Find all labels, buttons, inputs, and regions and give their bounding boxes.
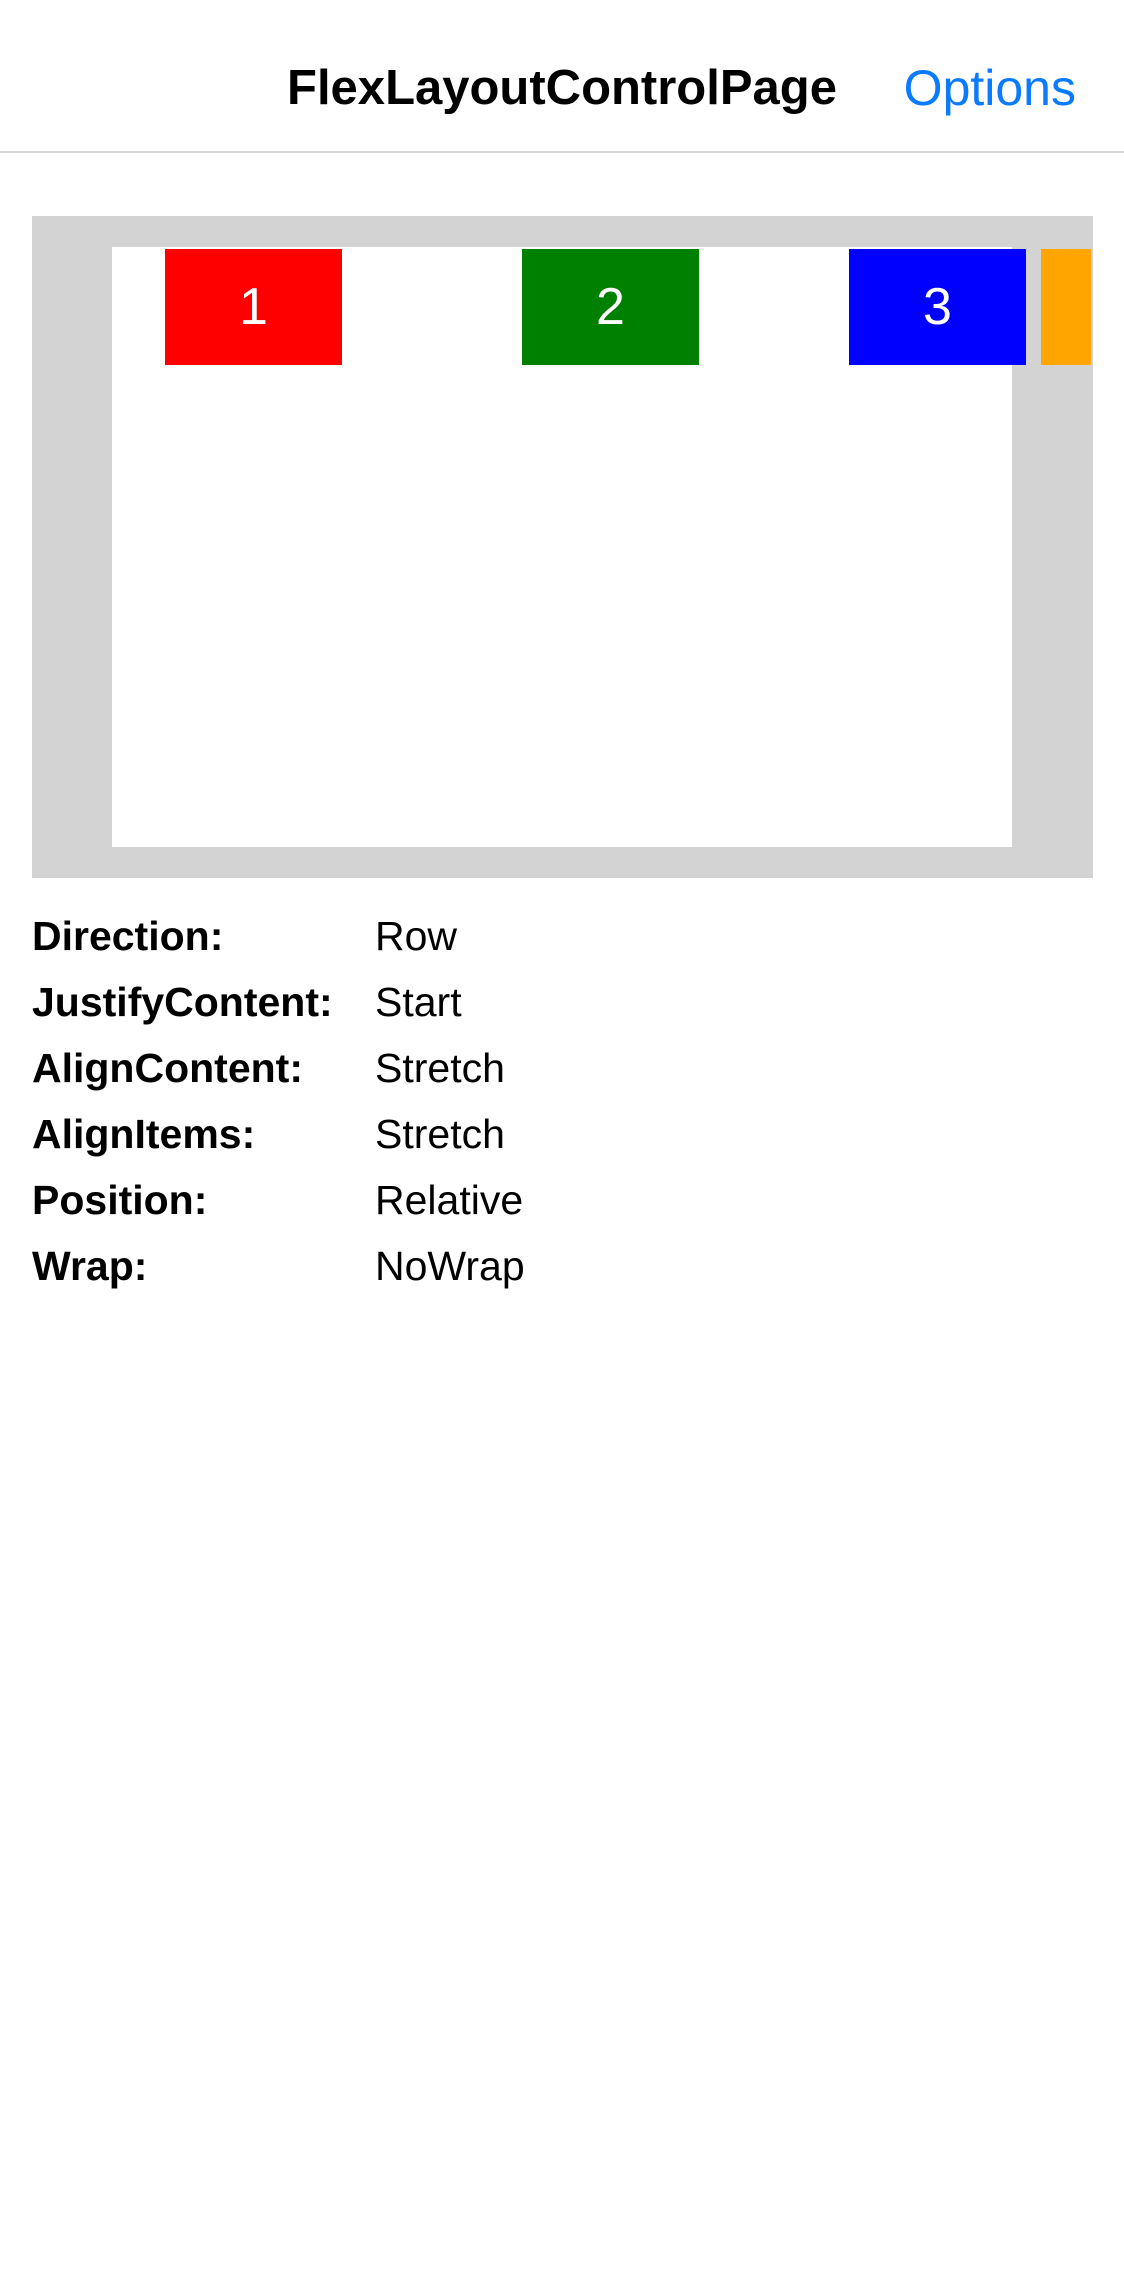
property-row-align-items: AlignItems: Stretch	[32, 1101, 1092, 1167]
property-row-wrap: Wrap: NoWrap	[32, 1233, 1092, 1299]
flex-item-2: 2	[522, 249, 699, 365]
navigation-bar: FlexLayoutControlPage Options	[0, 0, 1124, 153]
property-value: Row	[375, 913, 458, 959]
flex-item-4	[1041, 249, 1091, 365]
flex-item-3: 3	[849, 249, 1026, 365]
property-value: Start	[375, 979, 462, 1025]
property-label: Wrap:	[32, 1243, 148, 1289]
property-label: AlignContent:	[32, 1045, 303, 1091]
property-label: Direction:	[32, 913, 224, 959]
property-label: JustifyContent:	[32, 979, 333, 1025]
property-row-justify-content: JustifyContent: Start	[32, 969, 1092, 1035]
flex-layout-frame: 1 2 3	[32, 216, 1093, 878]
property-value: NoWrap	[375, 1243, 525, 1289]
property-value: Stretch	[375, 1045, 505, 1091]
property-row-position: Position: Relative	[32, 1167, 1092, 1233]
property-row-direction: Direction: Row	[32, 903, 1092, 969]
layout-properties-list: Direction: Row JustifyContent: Start Ali…	[32, 903, 1092, 1299]
property-row-align-content: AlignContent: Stretch	[32, 1035, 1092, 1101]
property-label: AlignItems:	[32, 1111, 256, 1157]
property-value: Relative	[375, 1177, 524, 1223]
options-button[interactable]: Options	[904, 58, 1076, 118]
property-value: Stretch	[375, 1111, 505, 1157]
property-label: Position:	[32, 1177, 208, 1223]
flex-item-1: 1	[165, 249, 342, 365]
